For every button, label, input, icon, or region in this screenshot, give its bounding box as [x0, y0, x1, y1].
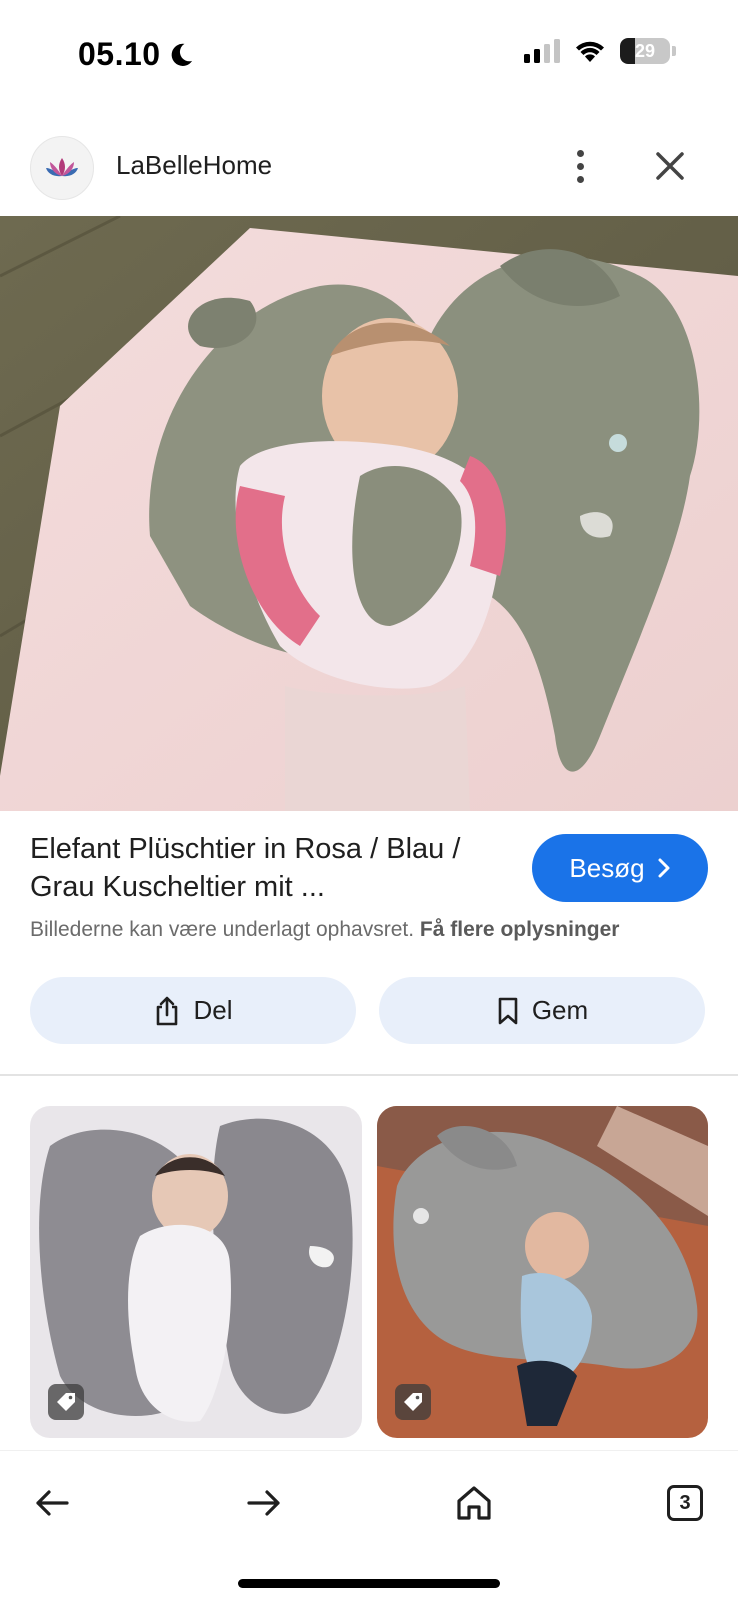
share-button[interactable]: Del: [30, 977, 356, 1044]
price-tag-icon: [404, 1393, 422, 1411]
tag-icon: [395, 1384, 431, 1420]
share-button-label: Del: [193, 995, 233, 1025]
lotus-logo-icon: [46, 158, 78, 177]
battery-tip: [672, 46, 676, 56]
wifi-icon: [576, 41, 604, 62]
copyright-notice: Billederne kan være underlagt ophavsret.…: [30, 918, 619, 942]
moon-icon: [171, 43, 192, 66]
home-icon: [457, 1486, 491, 1520]
more-options-button[interactable]: [560, 140, 600, 192]
close-icon[interactable]: [648, 144, 692, 188]
product-image-illustration: [0, 216, 738, 811]
site-name[interactable]: LaBelleHome: [116, 150, 272, 181]
save-button-label: Gem: [531, 995, 589, 1025]
status-bar: 05.10 29: [0, 0, 738, 108]
status-time-group: 05.10: [78, 36, 195, 73]
related-image-2[interactable]: [377, 1106, 708, 1438]
header: LaBelleHome: [0, 130, 738, 202]
tabs-icon: 3: [667, 1485, 703, 1521]
battery-level: 29: [634, 41, 656, 61]
copyright-text: Billederne kan være underlagt ophavsret.: [30, 918, 415, 941]
related-image-1[interactable]: [30, 1106, 362, 1438]
product-image[interactable]: [0, 216, 738, 811]
tabs-button[interactable]: 3: [657, 1475, 713, 1531]
back-arrow-icon: [36, 1490, 69, 1516]
status-icons: 29: [524, 38, 676, 64]
cellular-signal-icon: [524, 39, 560, 63]
section-divider: [0, 1074, 738, 1076]
more-vert-icon-dot: [576, 175, 584, 183]
visit-button-label: Besøg: [569, 852, 645, 883]
chevron-right-icon: [658, 858, 670, 878]
more-vert-icon-dot: [576, 162, 584, 170]
bottom-navigation: 3: [0, 1450, 738, 1600]
visit-button[interactable]: Besøg: [532, 834, 708, 902]
bookmark-icon: [498, 997, 518, 1024]
save-button[interactable]: Gem: [379, 977, 705, 1044]
home-indicator[interactable]: [238, 1579, 500, 1588]
more-info-link[interactable]: Få flere oplysninger: [420, 918, 620, 941]
back-button[interactable]: [24, 1475, 80, 1531]
tag-icon: [48, 1384, 84, 1420]
more-vert-icon-dot: [576, 149, 584, 157]
home-button[interactable]: [446, 1475, 502, 1531]
price-tag-icon: [57, 1393, 75, 1411]
forward-arrow-icon: [247, 1490, 280, 1516]
share-icon: [157, 996, 178, 1025]
product-title[interactable]: Elefant Plüschtier in Rosa / Blau / Grau…: [30, 830, 510, 906]
battery-icon: 29: [620, 38, 670, 64]
site-logo[interactable]: [30, 136, 94, 200]
status-time: 05.10: [78, 36, 161, 72]
forward-button[interactable]: [236, 1475, 292, 1531]
